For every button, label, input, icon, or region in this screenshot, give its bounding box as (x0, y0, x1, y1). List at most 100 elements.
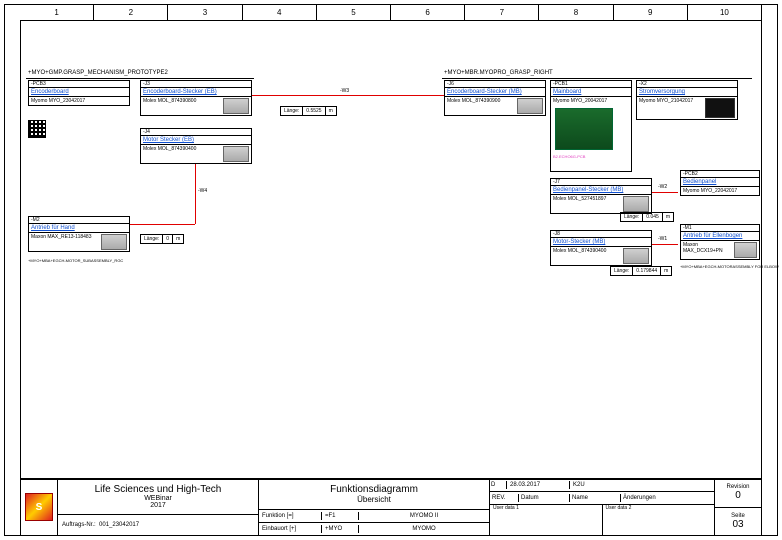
block-m1: -M1 Antrieb für Ellenbogen Maxon MAX_DCX… (680, 224, 760, 260)
block-tag: -J3 (141, 81, 251, 88)
einbauort-code: +MYO (322, 525, 359, 533)
wire-w4-v (195, 164, 196, 224)
datum-label: Datum (519, 494, 570, 502)
drawing-canvas: +MYO+GMP.GRASP_MECHANISM_PROTOTYPE2 -PCB… (20, 20, 762, 480)
wire-label: -W2 (658, 184, 667, 190)
motor-icon (101, 234, 127, 250)
length-box-w4: Länge:0m (140, 234, 184, 244)
block-tag: -PCB1 (551, 81, 631, 88)
block-title: Mainboard (551, 88, 631, 97)
date-by: K2U (570, 481, 714, 489)
wire-label: -W1 (658, 236, 667, 242)
block-title: Encoderboard-Stecker (EB) (141, 88, 251, 97)
block-pcb1: -PCB1 Mainboard Myomo MYO_20042017B2.ECH… (550, 80, 632, 172)
block-tag: -J7 (551, 179, 651, 186)
einbauort-label: Einbauort [+] (259, 525, 322, 533)
wire-w3 (252, 95, 444, 96)
connector-icon (517, 98, 543, 114)
subassy-label: +MYO+MBA+EGCH-MOTOR_SUBASSEMBLY_RGC (28, 258, 123, 263)
len-val: 0.5525 (303, 107, 325, 115)
screen-icon (705, 98, 735, 118)
ruler-top: 1 2 3 4 5 6 7 8 9 10 (20, 4, 762, 21)
group-label-left: +MYO+GMP.GRASP_MECHANISM_PROTOTYPE2 (28, 70, 168, 76)
block-spec: Molex MOL_874390400 (143, 146, 196, 162)
len-lbl: Länge: (621, 213, 643, 221)
title-block: S Life Sciences und High-Tech WEBinar 20… (20, 478, 762, 536)
len-val: 0.179844 (633, 267, 661, 275)
block-tag: -J6 (445, 81, 545, 88)
len-unit: m (173, 235, 183, 243)
wire-label: -W3 (340, 88, 349, 94)
wire-w1 (652, 244, 678, 245)
len-lbl: Länge: (141, 235, 163, 243)
userdata2: User data 2 (603, 504, 715, 536)
block-pcb2: -PCB2 Bedienpanel Myomo MYO_22042017 (680, 170, 760, 196)
seite-value: 03 (732, 519, 743, 530)
block-tag: -M1 (681, 225, 759, 232)
ruler-cell: 10 (688, 4, 762, 20)
connector-icon (623, 196, 649, 212)
block-j6: -J6 Encoderboard-Stecker (MB) Molex MOL_… (444, 80, 546, 116)
aend-label: Änderungen (621, 494, 714, 502)
length-box-w1: Länge:0.179844m (610, 266, 672, 276)
company-name: Life Sciences und High-Tech (95, 484, 222, 495)
block-x2: -X2 Stromversorgung Myomo MYO_21042017 (636, 80, 738, 120)
length-box-w3: Länge:0.5525m (280, 106, 337, 116)
block-tag: -PCB2 (681, 171, 759, 178)
length-box-w2: Länge:0.045m (620, 212, 674, 222)
block-title: Encoderboard-Stecker (MB) (445, 88, 545, 97)
block-title: Encoderboard (29, 88, 129, 97)
block-title: Motor Stecker (EB) (141, 136, 251, 145)
block-spec: Molex MOL_527451897 (553, 196, 606, 212)
block-spec: Molex MOL_874390800 (143, 98, 196, 114)
ruler-cell: 2 (94, 4, 168, 20)
len-val: 0 (163, 235, 173, 243)
block-spec: Myomo MYO_22042017 (683, 188, 737, 194)
ruler-cell: 9 (614, 4, 688, 20)
len-unit: m (326, 107, 336, 115)
pcb-image-icon (555, 108, 613, 150)
block-j7: -J7 Bedienpanel-Stecker (MB) Molex MOL_5… (550, 178, 652, 214)
einbauort-name: MYOMO (359, 525, 489, 533)
wire-w4-h (130, 224, 195, 225)
block-spec: Molex MOL_874390400 (553, 248, 606, 264)
funktion-code: =F1 (322, 512, 359, 520)
len-unit: m (663, 213, 673, 221)
schematic-sheet: 1 2 3 4 5 6 7 8 9 10 +MYO+GMP.GRASP_MECH… (0, 0, 782, 540)
ruler-cell: 3 (168, 4, 242, 20)
motorassy-label: +MYO+MBA+EGCH-MOTORASSEMBLY FOR ELBOW (680, 264, 758, 269)
len-unit: m (661, 267, 671, 275)
ruler-cell: 6 (391, 4, 465, 20)
block-m2: -M2 Antrieb für Hand Maxon MAX_RE13-1184… (28, 216, 130, 252)
motor-icon (734, 242, 757, 258)
auftrag-label: Auftrags-Nr.: (62, 522, 96, 528)
rev-label: REV. (490, 494, 519, 502)
block-j8: -J8 Motor-Stecker (MB) Molex MOL_8743904… (550, 230, 652, 266)
pink-label: B2.ECHO6G-PCB (553, 154, 629, 159)
date-d: D (490, 481, 507, 489)
block-tag: -M2 (29, 217, 129, 224)
qr-icon (28, 120, 46, 138)
block-title: Bedienpanel (681, 178, 759, 187)
block-title: Motor-Stecker (MB) (551, 238, 651, 247)
len-lbl: Länge: (281, 107, 303, 115)
doc-subtitle: Übersicht (357, 495, 391, 504)
doc-title: Funktionsdiagramm (330, 484, 418, 495)
ruler-cell: 1 (20, 4, 94, 20)
name-label: Name (570, 494, 621, 502)
ruler-cell: 8 (539, 4, 613, 20)
len-lbl: Länge: (611, 267, 633, 275)
block-tag: -J8 (551, 231, 651, 238)
connector-icon (623, 248, 649, 264)
ruler-cell: 7 (465, 4, 539, 20)
company-sub1: WEBinar (144, 495, 172, 502)
block-tag: -PCB3 (29, 81, 129, 88)
block-tag: -X2 (637, 81, 737, 88)
block-j4: -J4 Motor Stecker (EB) Molex MOL_8743904… (140, 128, 252, 164)
block-title: Antrieb für Ellenbogen (681, 232, 759, 241)
block-spec: Maxon MAX_RE13-118483 (31, 234, 92, 250)
block-spec: Molex MOL_874390900 (447, 98, 500, 114)
userdata1: User data 1 (490, 504, 603, 536)
solidworks-logo-icon: S (25, 493, 53, 521)
revision-value: 0 (735, 490, 741, 501)
